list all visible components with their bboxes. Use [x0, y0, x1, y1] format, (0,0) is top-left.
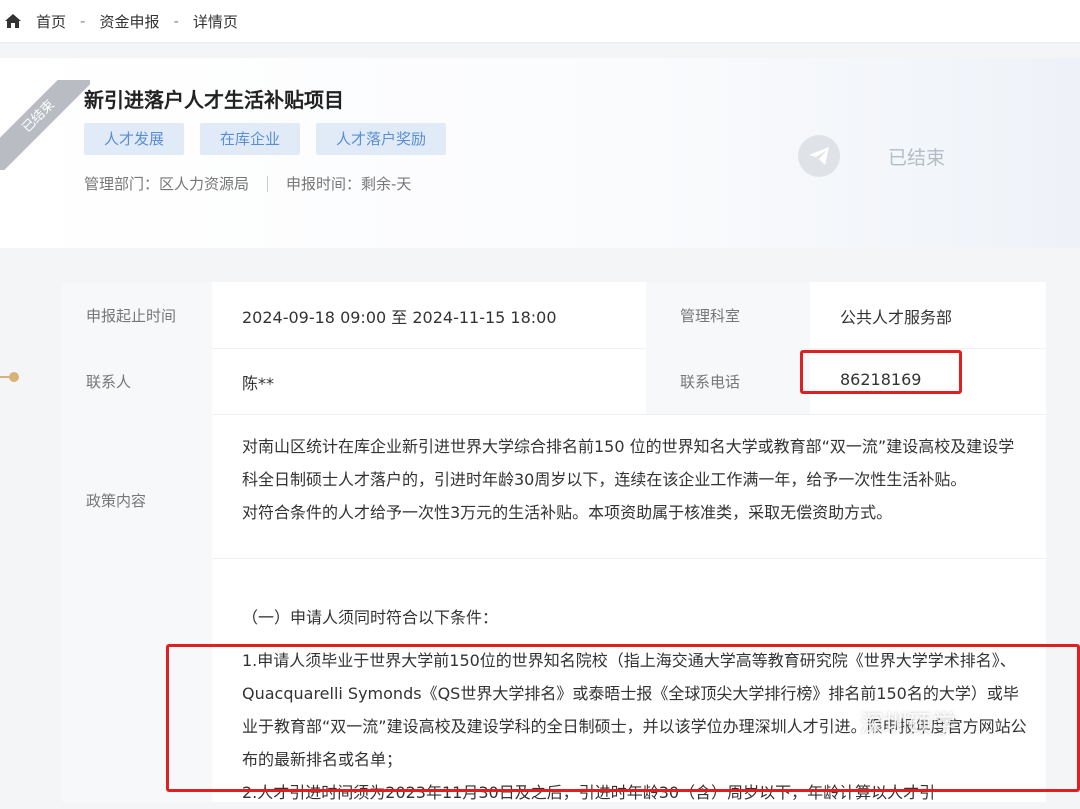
managing-department: 管理部门：区人力资源局: [84, 175, 250, 193]
breadcrumb-separator: -: [173, 12, 179, 30]
status-badge: 已结束: [888, 146, 946, 169]
breadcrumb-detail: 详情页: [192, 12, 238, 31]
section-divider: [212, 558, 1046, 559]
breadcrumb-separator: -: [80, 12, 86, 30]
send-icon: [798, 135, 840, 177]
policy-paragraph: 对符合条件的人才给予一次性3万元的生活补贴。本项资助属于核准类，采取无偿资助方式…: [242, 503, 893, 522]
office-value: 公共人才服务部: [840, 308, 953, 327]
ribbon-label: 已结束: [0, 80, 90, 170]
page-title: 新引进落户人才生活补贴项目: [84, 88, 344, 112]
meta-divider: [267, 175, 269, 192]
tag-in-database-enterprise[interactable]: 在库企业: [200, 123, 301, 155]
contact-label: 联系人: [62, 348, 212, 414]
period-label: 申报起止时间: [62, 282, 212, 348]
conditions-title: （一）申请人须同时符合以下条件：: [242, 608, 499, 627]
contact-value: 陈**: [242, 374, 275, 393]
timeline-dot-icon: [0, 372, 19, 382]
breadcrumb-home[interactable]: 首页: [36, 11, 66, 32]
tag-talent-settlement-reward[interactable]: 人才落户奖励: [316, 123, 447, 155]
table-row: 申报起止时间 2024-09-18 09:00 至 2024-11-15 18:…: [62, 282, 1046, 349]
phone-label: 联系电话: [646, 348, 810, 414]
tag-talent-development[interactable]: 人才发展: [84, 123, 185, 155]
home-icon[interactable]: [4, 13, 22, 29]
status-area: 已结束: [798, 135, 945, 177]
policy-paragraph: 对南山区统计在库企业新引进世界大学综合排名前150 位的世界知名大学或教育部“双…: [242, 437, 1015, 489]
ended-ribbon: 已结束: [0, 80, 90, 170]
tag-list: 人才发展 在库企业 人才落户奖励: [84, 123, 447, 155]
phone-highlight-box: [800, 350, 962, 394]
watermark: 深圳硕学: [860, 710, 956, 738]
application-time: 申报时间：剩余-天: [286, 175, 412, 193]
project-meta: 管理部门：区人力资源局 申报时间：剩余-天: [84, 173, 411, 194]
breadcrumb-bar: 首页 - 资金申报 - 详情页: [0, 0, 1080, 43]
breadcrumb-funding[interactable]: 资金申报: [99, 11, 159, 32]
policy-content: 对南山区统计在库企业新引进世界大学综合排名前150 位的世界知名大学或教育部“双…: [242, 430, 1022, 529]
office-label: 管理科室: [646, 282, 810, 348]
period-value: 2024-09-18 09:00 至 2024-11-15 18:00: [242, 308, 557, 327]
